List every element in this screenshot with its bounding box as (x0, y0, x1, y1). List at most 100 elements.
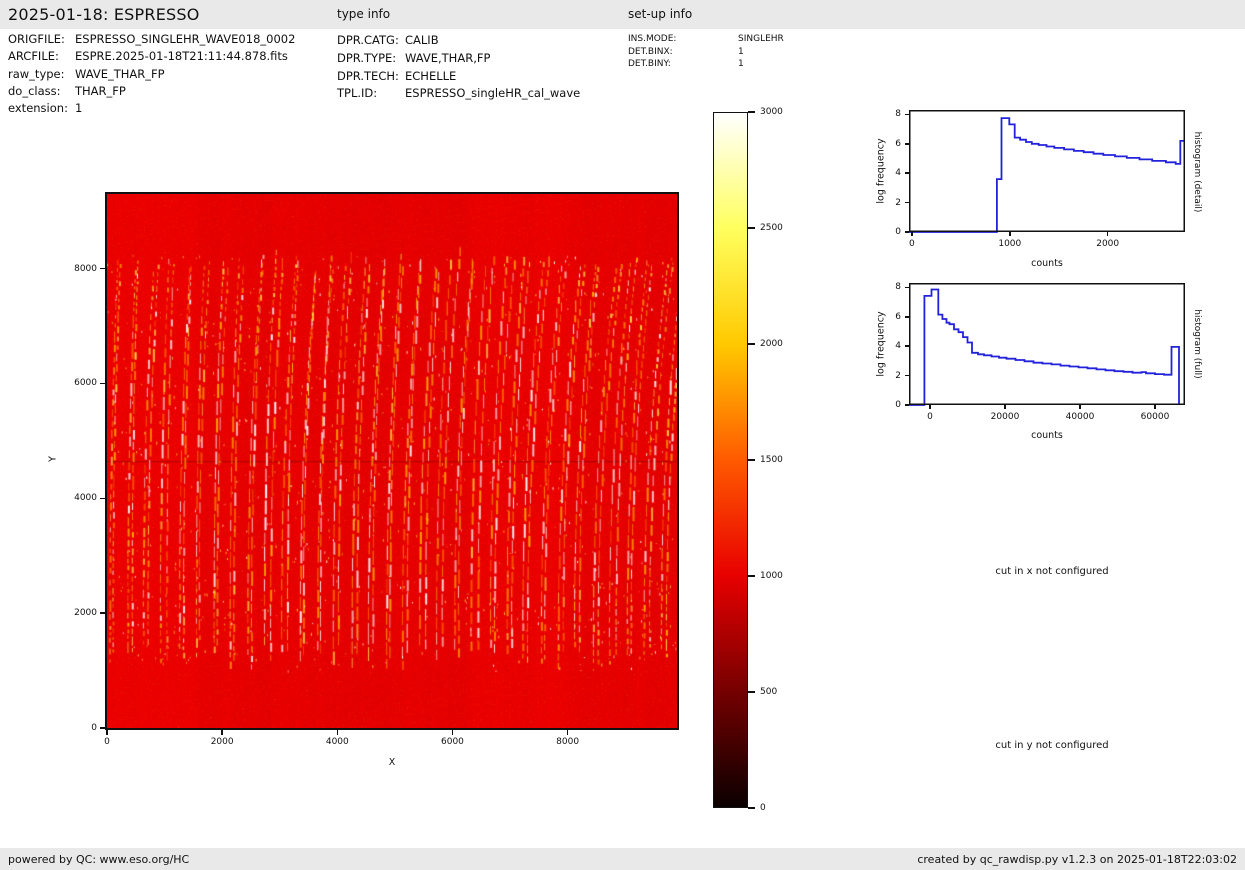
file-info-row-value: ESPRESSO_SINGLEHR_WAVE018_0002 (75, 32, 295, 46)
colorbar (713, 112, 748, 808)
file-info-row-label: extension: (8, 100, 75, 117)
hist-x-tick-label: 1000 (980, 238, 1040, 250)
hist-y-tick-label: 8 (877, 108, 901, 120)
hist-y-tick (905, 404, 909, 406)
x-tick (221, 730, 223, 735)
hist-y-tick (905, 375, 909, 377)
setup-info-row-value: 1 (738, 59, 744, 69)
file-info-row: extension:1 (8, 100, 295, 117)
y-tick-label: 4000 (57, 492, 97, 504)
y-tick-label: 8000 (57, 263, 97, 275)
hist-x-tick-label: 20000 (975, 411, 1035, 423)
type-info-row-label: DPR.CATG: (337, 32, 405, 50)
y-tick-label: 0 (57, 722, 97, 734)
colorbar-tick (748, 459, 755, 461)
colorbar-tick-label: 1500 (760, 454, 783, 466)
setup-info-row-label: INS.MODE: (628, 33, 738, 46)
setup-info-block: INS.MODE:SINGLEHRDET.BINX:1DET.BINY:1 (628, 33, 784, 71)
hist-y-tick-label: 0 (877, 399, 901, 411)
hist-y-tick (905, 287, 909, 289)
y-tick-label: 6000 (57, 377, 97, 389)
colorbar-tick (748, 807, 755, 809)
type-info-block: DPR.CATG:CALIBDPR.TYPE:WAVE,THAR,FPDPR.T… (337, 32, 580, 103)
cut-x-message: cut in x not configured (995, 566, 1108, 577)
colorbar-tick-label: 2500 (760, 222, 783, 234)
setup-info-row: DET.BINX:1 (628, 46, 784, 59)
y-axis-label: Y (48, 456, 59, 462)
y-tick (100, 498, 105, 500)
x-tick (106, 730, 108, 735)
x-axis-label: X (389, 757, 396, 768)
x-tick (452, 730, 454, 735)
x-tick-label: 8000 (548, 736, 588, 748)
file-info-block: ORIGFILE:ESPRESSO_SINGLEHR_WAVE018_0002A… (8, 31, 295, 117)
hist-y-tick-label: 4 (877, 340, 901, 352)
type-info-row-value: CALIB (405, 33, 439, 47)
x-tick-label: 4000 (317, 736, 357, 748)
y-tick (100, 727, 105, 729)
hist-x-tick (1154, 405, 1156, 409)
type-info-row: DPR.CATG:CALIB (337, 32, 580, 50)
hist-y-tick (905, 345, 909, 347)
hist-y-tick (905, 316, 909, 318)
y-tick (100, 383, 105, 385)
hist-x-tick-label: 40000 (1050, 411, 1110, 423)
file-info-row-label: ARCFILE: (8, 48, 75, 65)
setup-info-row-label: DET.BINX: (628, 46, 738, 59)
type-info-row-value: WAVE,THAR,FP (405, 51, 490, 65)
hist-x-tick-label: 2000 (1078, 238, 1138, 250)
hist-x-tick (911, 232, 913, 236)
file-info-row-label: raw_type: (8, 66, 75, 83)
colorbar-tick (748, 343, 755, 345)
file-info-row: ARCFILE:ESPRE.2025-01-18T21:11:44.878.fi… (8, 48, 295, 65)
colorbar-tick-label: 0 (760, 802, 766, 814)
hist-x-tick-label: 0 (882, 238, 942, 250)
x-tick-label: 6000 (432, 736, 472, 748)
page-title: 2025-01-18: ESPRESSO (8, 5, 200, 24)
setup-info-heading: set-up info (628, 7, 692, 21)
plot-frame (910, 284, 1185, 405)
setup-info-row: INS.MODE:SINGLEHR (628, 33, 784, 46)
hist-y-tick (905, 114, 909, 116)
file-info-row: raw_type:WAVE_THAR_FP (8, 66, 295, 83)
hist-y-tick-label: 4 (877, 167, 901, 179)
type-info-row-label: DPR.TYPE: (337, 50, 405, 68)
histogram-line (909, 118, 1185, 232)
hist-detail-title: histogram (detail) (1192, 132, 1202, 213)
raw-frame-image (105, 192, 679, 730)
histogram-full-plot (909, 283, 1185, 405)
hist-x-tick-label: 60000 (1125, 411, 1185, 423)
colorbar-tick (748, 111, 755, 113)
hist-x-tick (1004, 405, 1006, 409)
colorbar-tick-label: 500 (760, 686, 777, 698)
cut-y-message: cut in y not configured (995, 740, 1108, 751)
hist-y-tick-label: 0 (877, 226, 901, 238)
colorbar-tick-label: 2000 (760, 338, 783, 350)
x-tick-label: 2000 (202, 736, 242, 748)
colorbar-tick-label: 1000 (760, 570, 783, 582)
file-info-row-label: ORIGFILE: (8, 31, 75, 48)
file-info-row-value: 1 (75, 101, 82, 115)
type-info-row-label: DPR.TECH: (337, 68, 405, 86)
colorbar-tick (748, 575, 755, 577)
colorbar-tick (748, 691, 755, 693)
colorbar-tick-label: 3000 (760, 106, 783, 118)
file-info-row: ORIGFILE:ESPRESSO_SINGLEHR_WAVE018_0002 (8, 31, 295, 48)
file-info-row-value: THAR_FP (75, 84, 126, 98)
file-info-row-value: WAVE_THAR_FP (75, 67, 165, 81)
type-info-row: TPL.ID:ESPRESSO_singleHR_cal_wave (337, 85, 580, 103)
footer-created-by: created by qc_rawdisp.py v1.2.3 on 2025-… (917, 853, 1237, 866)
setup-info-row-label: DET.BINY: (628, 58, 738, 71)
hist-full-xlabel: counts (1031, 430, 1063, 441)
histogram-detail-plot (909, 110, 1185, 232)
histogram-line (909, 290, 1179, 406)
qc-rawdisp-report: 2025-01-18: ESPRESSO type info set-up in… (0, 0, 1245, 870)
hist-y-tick (905, 231, 909, 233)
hist-full-title: histogram (full) (1192, 309, 1202, 378)
raw-frame-canvas (107, 194, 677, 728)
type-info-row: DPR.TECH:ECHELLE (337, 68, 580, 86)
footer-powered-by: powered by QC: www.eso.org/HC (8, 853, 189, 866)
setup-info-row-value: 1 (738, 47, 744, 57)
x-tick-label: 0 (87, 736, 127, 748)
file-info-row-value: ESPRE.2025-01-18T21:11:44.878.fits (75, 49, 288, 63)
